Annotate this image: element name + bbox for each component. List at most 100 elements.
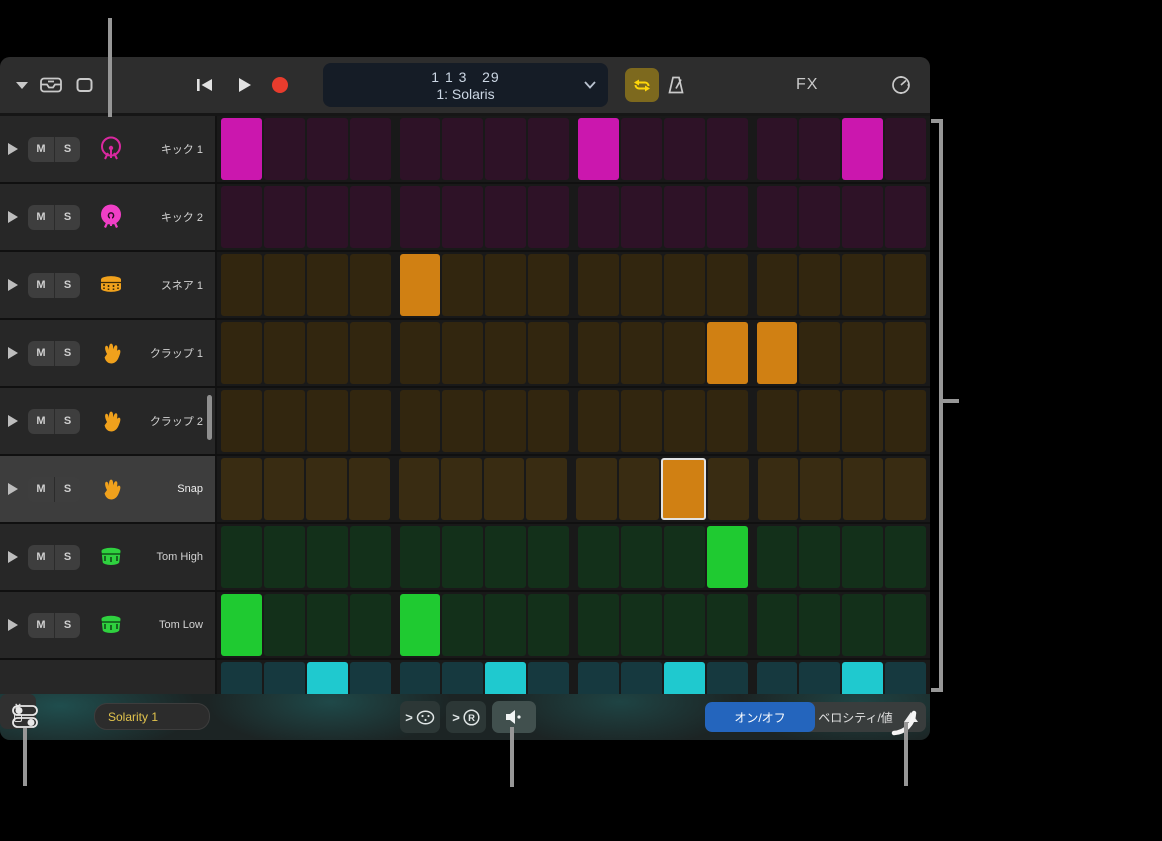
- step-cell-6[interactable]: [442, 322, 483, 384]
- step-cell-2[interactable]: [264, 322, 305, 384]
- step-cell-13[interactable]: [757, 186, 798, 248]
- step-cell-12[interactable]: [707, 118, 748, 180]
- step-cell-4[interactable]: [350, 322, 391, 384]
- step-cell-14[interactable]: [799, 390, 840, 452]
- solo-button[interactable]: S: [54, 545, 80, 570]
- step-cell-6[interactable]: [442, 254, 483, 316]
- track-header[interactable]: MSクラップ 1: [0, 320, 215, 386]
- step-cell-6[interactable]: [442, 594, 483, 656]
- step-cell-11[interactable]: [664, 322, 705, 384]
- step-cell-4[interactable]: [350, 594, 391, 656]
- lcd-display[interactable]: 1 1 3 29 1: Solaris: [323, 63, 608, 107]
- step-cell-3[interactable]: [307, 322, 348, 384]
- step-cell-9[interactable]: [578, 526, 619, 588]
- step-cell-12[interactable]: [707, 186, 748, 248]
- step-cell-6[interactable]: [441, 458, 482, 520]
- step-cell-6[interactable]: [442, 390, 483, 452]
- metronome-icon[interactable]: [666, 75, 686, 95]
- step-cell-13[interactable]: [757, 254, 798, 316]
- step-cell-7[interactable]: [485, 254, 526, 316]
- solo-button[interactable]: S: [54, 477, 80, 502]
- record-button[interactable]: [272, 77, 288, 93]
- step-cell-12[interactable]: [708, 458, 749, 520]
- track-header[interactable]: MSTom High: [0, 524, 215, 590]
- onoff-segment[interactable]: オン/オフ: [705, 702, 815, 732]
- step-cell-7[interactable]: [484, 458, 525, 520]
- step-cell-5[interactable]: [400, 186, 441, 248]
- step-cell-5[interactable]: [400, 390, 441, 452]
- lcd-chevron-icon[interactable]: [584, 76, 596, 94]
- step-cell-15[interactable]: [842, 390, 883, 452]
- step-cell-12[interactable]: [707, 322, 748, 384]
- step-cell-15[interactable]: [843, 458, 884, 520]
- settings-gear-icon[interactable]: [890, 74, 912, 96]
- step-cell-8[interactable]: [528, 118, 569, 180]
- step-cell-3[interactable]: [307, 118, 348, 180]
- track-header[interactable]: MSスネア 1: [0, 252, 215, 318]
- step-cell-2[interactable]: [264, 458, 305, 520]
- step-cell-8[interactable]: [528, 322, 569, 384]
- step-cell-10[interactable]: [619, 458, 660, 520]
- step-cell-4[interactable]: [349, 458, 390, 520]
- step-cell-14[interactable]: [799, 118, 840, 180]
- step-cell-16[interactable]: [885, 186, 926, 248]
- fx-button[interactable]: FX: [796, 76, 818, 94]
- solo-button[interactable]: S: [54, 613, 80, 638]
- step-cell-16[interactable]: [885, 526, 926, 588]
- step-cell-6[interactable]: [442, 526, 483, 588]
- step-cell-8[interactable]: [528, 254, 569, 316]
- step-cell-11[interactable]: [664, 390, 705, 452]
- step-cell-2[interactable]: [264, 390, 305, 452]
- step-cell-9[interactable]: [576, 458, 617, 520]
- step-cell-13[interactable]: [758, 458, 799, 520]
- step-cell-5[interactable]: [400, 322, 441, 384]
- track-controls-icon[interactable]: [12, 704, 38, 729]
- step-cell-11[interactable]: [664, 594, 705, 656]
- step-cell-12[interactable]: [707, 594, 748, 656]
- mute-button[interactable]: M: [28, 477, 54, 502]
- cycle-loop-button[interactable]: [625, 68, 659, 102]
- step-cell-1[interactable]: [221, 322, 262, 384]
- solo-button[interactable]: S: [54, 137, 80, 162]
- step-cell-7[interactable]: [485, 594, 526, 656]
- step-cell-2[interactable]: [264, 254, 305, 316]
- step-cell-15[interactable]: [842, 526, 883, 588]
- row-preview-play-button[interactable]: [8, 483, 22, 495]
- step-cell-2[interactable]: [264, 526, 305, 588]
- solo-button[interactable]: S: [54, 341, 80, 366]
- step-cell-11[interactable]: [664, 526, 705, 588]
- step-cell-5[interactable]: [399, 458, 440, 520]
- step-cell-12[interactable]: [707, 254, 748, 316]
- mute-button[interactable]: M: [28, 409, 54, 434]
- step-cell-1[interactable]: [221, 118, 262, 180]
- chevron-down-icon[interactable]: [16, 81, 28, 89]
- pads-input-button[interactable]: >: [400, 701, 440, 733]
- step-cell-4[interactable]: [350, 254, 391, 316]
- step-cell-4[interactable]: [350, 118, 391, 180]
- step-cell-10[interactable]: [621, 594, 662, 656]
- step-cell-10[interactable]: [621, 322, 662, 384]
- step-cell-15[interactable]: [842, 322, 883, 384]
- step-cell-11[interactable]: [664, 186, 705, 248]
- step-cell-9[interactable]: [578, 594, 619, 656]
- step-cell-14[interactable]: [799, 186, 840, 248]
- step-cell-9[interactable]: [578, 118, 619, 180]
- mute-button[interactable]: M: [28, 273, 54, 298]
- scrollbar-thumb[interactable]: [207, 395, 212, 440]
- step-cell-9[interactable]: [578, 186, 619, 248]
- step-cell-16[interactable]: [885, 594, 926, 656]
- row-preview-play-button[interactable]: [8, 211, 22, 223]
- track-header[interactable]: MSTom Low: [0, 592, 215, 658]
- step-cell-3[interactable]: [307, 186, 348, 248]
- mute-button[interactable]: M: [28, 341, 54, 366]
- step-cell-7[interactable]: [485, 526, 526, 588]
- solo-button[interactable]: S: [54, 409, 80, 434]
- row-preview-play-button[interactable]: [8, 347, 22, 359]
- step-cell-5[interactable]: [400, 118, 441, 180]
- step-cell-8[interactable]: [528, 186, 569, 248]
- step-cell-7[interactable]: [485, 118, 526, 180]
- step-cell-9[interactable]: [578, 322, 619, 384]
- step-cell-9[interactable]: [578, 254, 619, 316]
- step-cell-16[interactable]: [885, 254, 926, 316]
- step-cell-10[interactable]: [621, 186, 662, 248]
